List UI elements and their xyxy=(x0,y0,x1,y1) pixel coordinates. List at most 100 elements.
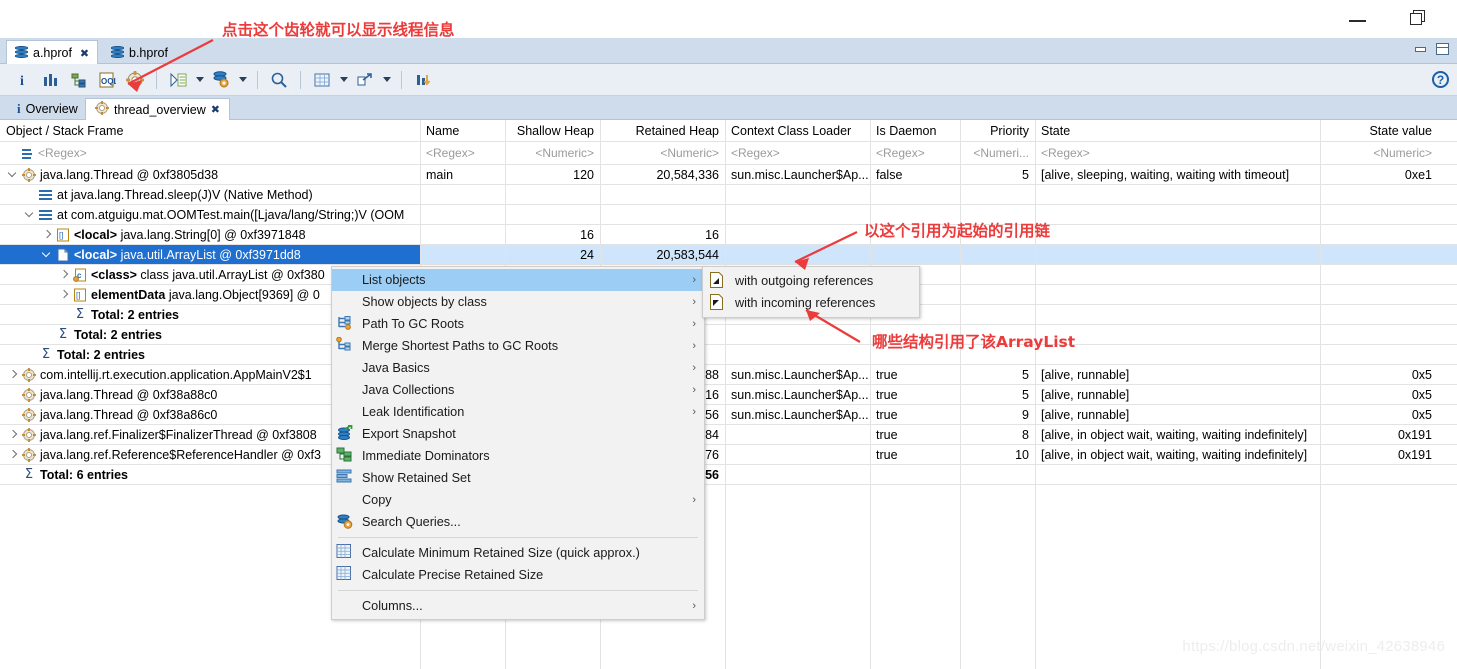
histogram-icon[interactable] xyxy=(38,67,64,93)
table-filter-row[interactable]: <Regex> <Regex> <Numeric> <Numeric> <Regex> <… xyxy=(0,142,1457,165)
tab-overview[interactable]: i Overview xyxy=(8,98,87,120)
menu-item-java-basics[interactable]: Java Basics › xyxy=(332,357,704,379)
list-objects-submenu[interactable]: with outgoing references with incoming re… xyxy=(702,266,920,318)
column-separator xyxy=(870,585,871,605)
column-header-retained[interactable]: Retained Heap xyxy=(600,120,725,141)
thread-overview-gear-icon[interactable] xyxy=(122,67,148,93)
cell-object[interactable]: java.lang.Thread @ 0xf3805d38 xyxy=(0,165,420,184)
table-row[interactable]: java.lang.ref.Finalizer$FinalizerThread … xyxy=(0,425,1457,445)
menu-item-show-retained-set[interactable]: Show Retained Set xyxy=(332,467,704,489)
column-separator xyxy=(725,325,726,345)
table-row[interactable]: [] <local> java.lang.String[0] @ 0xf39718… xyxy=(0,225,1457,245)
os-title-bar xyxy=(0,0,1457,38)
filter-input-loader[interactable]: <Regex> xyxy=(725,142,870,164)
help-button[interactable]: ? xyxy=(1432,71,1449,88)
column-separator xyxy=(725,165,726,185)
window-restore-button[interactable] xyxy=(1407,8,1429,30)
table-row[interactable]: com.intellij.rt.execution.application.Ap… xyxy=(0,365,1457,385)
menu-item-columns[interactable]: Columns... › xyxy=(332,595,704,617)
expand-collapse-icon[interactable] xyxy=(59,289,70,300)
column-header-object[interactable]: Object / Stack Frame xyxy=(0,120,420,141)
tab-thread-overview[interactable]: thread_overview ✖ xyxy=(85,98,230,120)
info-icon[interactable]: i xyxy=(10,67,36,93)
table-row[interactable]: java.lang.Thread @ 0xf38a88c0 316 sun.misc… xyxy=(0,385,1457,405)
submenu-item-with-outgoing-references[interactable]: with outgoing references xyxy=(703,270,919,292)
cell-object[interactable]: [] <local> java.lang.String[0] @ 0xf39718… xyxy=(0,225,420,244)
expand-collapse-icon[interactable] xyxy=(25,209,36,220)
expand-collapse-icon[interactable] xyxy=(8,449,19,460)
expand-collapse-icon[interactable] xyxy=(59,269,70,280)
close-icon[interactable]: ✖ xyxy=(211,103,220,116)
table-row[interactable]: Σ Total: 2 entries xyxy=(0,345,1457,365)
menu-item-java-collections[interactable]: Java Collections › xyxy=(332,379,704,401)
menu-item-calculate-minimum-retained-size-quick-approx[interactable]: Calculate Minimum Retained Size (quick a… xyxy=(332,542,704,564)
submenu-item-with-incoming-references[interactable]: with incoming references xyxy=(703,292,919,314)
dominator-tree-icon[interactable] xyxy=(66,67,92,93)
table-row[interactable]: at java.lang.Thread.sleep(J)V (Native Me… xyxy=(0,185,1457,205)
cell-state xyxy=(1035,265,1320,284)
table-row[interactable]: at com.atguigu.mat.OOMTest.main([Ljava/l… xyxy=(0,205,1457,225)
menu-item-search-queries[interactable]: Search Queries... xyxy=(332,511,704,533)
table-row[interactable]: java.lang.Thread @ 0xf3805d38 main 120 20,5… xyxy=(0,165,1457,185)
menu-item-path-to-gc-roots[interactable]: Path To GC Roots › xyxy=(332,313,704,335)
column-header-name[interactable]: Name xyxy=(420,120,505,141)
expand-collapse-icon[interactable] xyxy=(8,369,19,380)
filter-input-daemon[interactable]: <Regex> xyxy=(870,142,960,164)
open-table-chevron-down-icon[interactable] xyxy=(337,67,350,93)
cell-object[interactable]: <local> java.util.ArrayList @ 0xf3971dd8 xyxy=(0,245,420,264)
queries-db-gear-icon[interactable] xyxy=(208,67,234,93)
editor-tab-b-hprof[interactable]: b.hprof xyxy=(103,41,176,64)
calc-icon xyxy=(336,544,358,562)
export-icon[interactable] xyxy=(352,67,378,93)
expand-collapse-icon xyxy=(59,309,70,320)
filter-input-name[interactable]: <Regex> xyxy=(420,142,505,164)
table-row[interactable]: java.lang.Thread @ 0xf38a86c0 256 sun.misc… xyxy=(0,405,1457,425)
column-header-shallow[interactable]: Shallow Heap xyxy=(505,120,600,141)
column-header-priority[interactable]: Priority xyxy=(960,120,1035,141)
menu-item-copy[interactable]: Copy › xyxy=(332,489,704,511)
filter-input-priority[interactable]: <Numeri... xyxy=(960,142,1035,164)
menu-item-calculate-precise-retained-size[interactable]: Calculate Precise Retained Size xyxy=(332,564,704,586)
context-menu[interactable]: List objects › Show objects by class › Path … xyxy=(331,266,705,620)
menu-item-immediate-dominators[interactable]: Immediate Dominators xyxy=(332,445,704,467)
view-maximize-icon[interactable] xyxy=(1436,43,1449,55)
filter-input-state[interactable]: <Regex> xyxy=(1035,142,1320,164)
editor-tab-a-hprof[interactable]: a.hprof ✖ xyxy=(6,40,99,65)
filter-input-shallow[interactable]: <Numeric> xyxy=(505,142,600,164)
close-icon[interactable]: ✖ xyxy=(80,47,89,60)
expand-collapse-icon[interactable] xyxy=(8,169,19,180)
table-row[interactable]: Σ Total: 2 entries xyxy=(0,325,1457,345)
export-chevron-down-icon[interactable] xyxy=(380,67,393,93)
expand-collapse-icon[interactable] xyxy=(42,229,53,240)
table-row[interactable]: <local> java.util.ArrayList @ 0xf3971dd8… xyxy=(0,245,1457,265)
compare-icon[interactable] xyxy=(410,67,436,93)
thread-icon xyxy=(22,167,36,182)
filter-input-object[interactable]: <Regex> xyxy=(0,142,420,164)
filter-input-statevalue[interactable]: <Numeric> xyxy=(1320,142,1438,164)
table-row[interactable]: Σ Total: 6 entries 256 xyxy=(0,465,1457,485)
filter-input-retained[interactable]: <Numeric> xyxy=(600,142,725,164)
table-row[interactable]: java.lang.ref.Reference$ReferenceHandler… xyxy=(0,445,1457,465)
menu-item-leak-identification[interactable]: Leak Identification › xyxy=(332,401,704,423)
column-header-statevalue[interactable]: State value xyxy=(1320,120,1438,141)
run-query-icon[interactable] xyxy=(165,67,191,93)
view-minimize-icon[interactable] xyxy=(1414,44,1426,54)
column-header-loader[interactable]: Context Class Loader xyxy=(725,120,870,141)
cell-object[interactable]: at java.lang.Thread.sleep(J)V (Native Me… xyxy=(0,185,420,204)
menu-item-list-objects[interactable]: List objects › xyxy=(332,269,704,291)
cell-object[interactable]: at com.atguigu.mat.OOMTest.main([Ljava/l… xyxy=(0,205,420,224)
search-icon[interactable] xyxy=(266,67,292,93)
oql-icon[interactable]: OQL xyxy=(94,67,120,93)
run-query-chevron-down-icon[interactable] xyxy=(193,67,206,93)
expand-collapse-icon[interactable] xyxy=(8,429,19,440)
column-header-state[interactable]: State xyxy=(1035,120,1320,141)
window-minimize-button[interactable] xyxy=(1347,8,1369,30)
open-table-icon[interactable] xyxy=(309,67,335,93)
queries-chevron-down-icon[interactable] xyxy=(236,67,249,93)
column-header-daemon[interactable]: Is Daemon xyxy=(870,120,960,141)
menu-item-show-objects-by-class[interactable]: Show objects by class › xyxy=(332,291,704,313)
cell-priority xyxy=(960,185,1035,204)
menu-item-export-snapshot[interactable]: Export Snapshot xyxy=(332,423,704,445)
expand-collapse-icon[interactable] xyxy=(42,249,53,260)
menu-item-merge-shortest-paths-to-gc-roots[interactable]: Merge Shortest Paths to GC Roots › xyxy=(332,335,704,357)
